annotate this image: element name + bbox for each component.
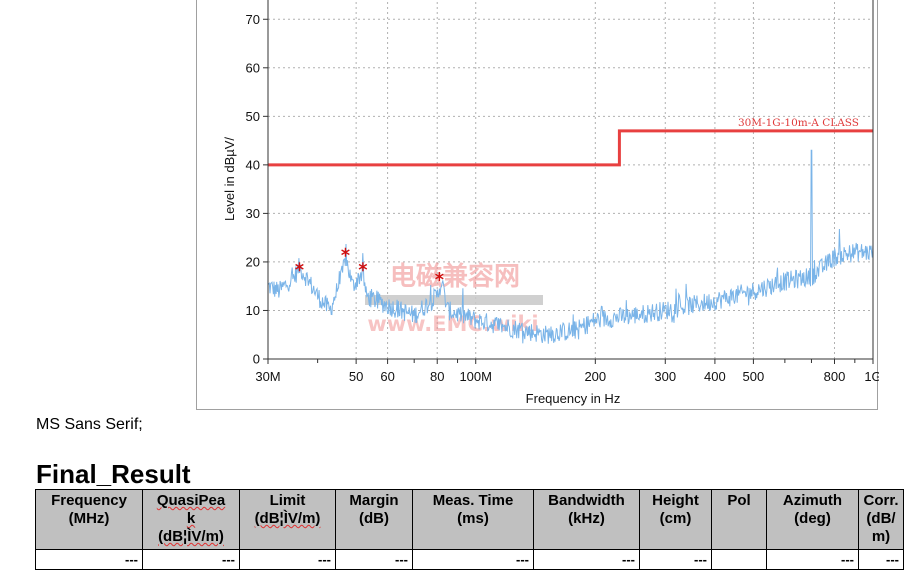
emission-chart: 电磁兼容网www.EMC.wiki 30M-1G-10m-A CLASS 0 10… [222,0,879,406]
column-header-line: Frequency [51,492,127,509]
column-header-line: (ms) [457,510,489,527]
x-tick-label: 400 [704,369,726,384]
x-tick-label: 60 [380,369,394,384]
column-header: Corr. (dB/m) [858,489,904,550]
column-header-line: (dB) [359,510,389,527]
column-header-line: (dB¦ÌV/m) [158,528,224,545]
x-tick-label: 200 [584,369,606,384]
column-header-line: (dB¦ÌV/m) [254,510,321,527]
column-header-line: Pol [727,492,751,509]
column-header-line: Margin [349,492,399,509]
table-cell: --- [533,549,640,570]
measurement-trace [268,149,874,344]
column-header-line: Limit [269,492,306,509]
column-header-line: Azimuth [782,492,843,509]
column-header-line: (dB/ [866,510,896,527]
column-header: Bandwidth (kHz) [533,489,640,550]
watermark-bar [365,295,543,305]
column-header: Frequency (MHz) [35,489,143,550]
y-tick-label: 40 [246,157,260,172]
table-cell: --- [142,549,240,570]
column-header-line: m) [871,528,891,545]
x-tick-label: 50 [349,369,363,384]
y-tick-label: 50 [246,109,260,124]
column-header: Meas. Time (ms) [412,489,534,550]
table-cell: --- [858,549,904,570]
table-cell: --- [639,549,712,570]
x-tick-label: 80 [430,369,444,384]
limit-label: 30M-1G-10m-A CLASS [738,117,859,129]
x-tick-label: 500 [743,369,765,384]
y-tick-label: 0 [253,352,260,367]
column-header-line: (cm) [659,510,692,527]
watermark: 电磁兼容网www.EMC.wiki [365,261,543,336]
column-header-line: Bandwidth [548,492,625,509]
x-axis-label: Frequency in Hz [526,391,621,406]
column-header: QuasiPea k (dB¦ÌV/m) [142,489,240,550]
peak-marker [358,262,368,272]
table-row: --- --- --- --- --- --- --- --- --- [35,549,904,570]
column-header-line: (deg) [794,510,831,527]
x-tick-label: 300 [654,369,676,384]
y-axis-label: Level in dBµV/ [222,137,237,221]
column-header-line: Meas. Time [432,492,514,509]
column-header-line: (MHz) [68,510,110,527]
table-cell [711,549,767,570]
limit-line: 30M-1G-10m-A CLASS [268,117,873,167]
grid [267,0,874,360]
table-header-row: Frequency (MHz) QuasiPea k (dB¦ÌV/m) Limit (dB… [35,489,904,550]
y-tick-label: 70 [246,12,260,27]
final-result-heading: Final_Result [36,459,191,489]
table-cell: --- [35,549,143,570]
table-cell: --- [335,549,413,570]
column-header-line: QuasiPea [156,492,226,509]
column-header: Azimuth (deg) [766,489,859,550]
column-header-line: (kHz) [568,510,605,527]
y-tick-label: 20 [246,254,260,269]
final-result-table: Frequency (MHz) QuasiPea k (dB¦ÌV/m) Limit (dB… [35,489,904,570]
y-tick-label: 30 [246,206,260,221]
font-note-text: MS Sans Serif; [36,416,143,433]
column-header: Pol [711,489,767,550]
column-header-line: Height [652,492,699,509]
column-header-line: k [186,510,196,527]
x-tick-label: 1G [864,369,879,384]
x-tick-label: 30M [255,369,280,384]
x-tick-label: 800 [824,369,846,384]
column-header-line: Corr. [863,492,899,509]
x-tick-label: 100M [459,369,492,384]
emission-chart-panel: 电磁兼容网 www.EMC.wiki 30M-1G-10m-A CLASS 0 10… [196,0,879,410]
table-cell: --- [766,549,859,570]
y-tick-label: 60 [246,60,260,75]
table-cell: --- [412,549,534,570]
column-header: Margin (dB) [335,489,413,550]
limit-path [268,129,873,167]
column-header: Height (cm) [639,489,712,550]
watermark-chinese: 电磁兼容网 [390,261,520,292]
y-tick-label: 10 [246,303,260,318]
column-header: Limit (dB¦ÌV/m) [239,489,336,550]
trace-path [268,149,874,344]
peak-marker [341,247,350,257]
table-cell: --- [239,549,336,570]
